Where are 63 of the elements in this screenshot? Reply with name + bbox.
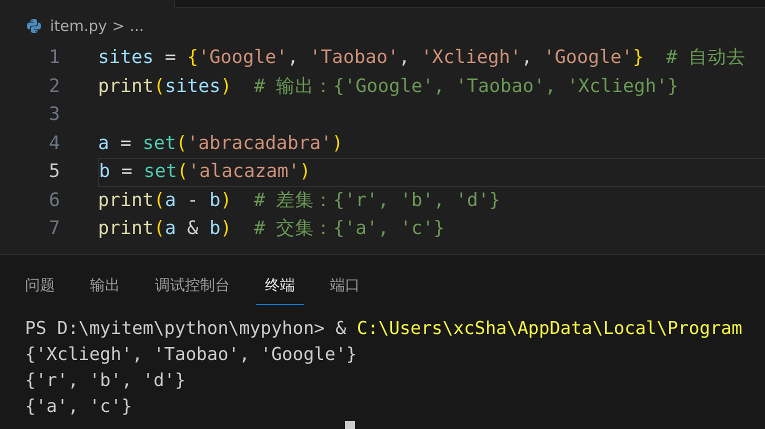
code-variable: b xyxy=(99,161,110,182)
code-operator: - xyxy=(186,190,200,210)
code-string: 'Taobao' xyxy=(310,47,399,68)
code-string: 'abracadabra' xyxy=(187,132,332,154)
code-builtin: set xyxy=(144,161,177,182)
breadcrumb-file[interactable]: item.py xyxy=(50,17,108,35)
code-operator: , xyxy=(287,47,300,68)
code-operator: , xyxy=(521,47,534,68)
panel-tab[interactable]: 终端 xyxy=(256,276,304,304)
code-variable: b xyxy=(209,218,221,239)
code-string: 'Google' xyxy=(544,47,633,68)
line-number: 4 xyxy=(48,132,61,156)
line-number: 2 xyxy=(48,74,61,98)
code-string: 'Xcliegh' xyxy=(421,47,522,68)
code-bracket: { xyxy=(187,47,198,68)
code-string: 'alacazam' xyxy=(188,161,300,182)
code-variable: sites xyxy=(98,47,154,68)
line-number: 7 xyxy=(48,217,61,241)
breadcrumb-separator: > xyxy=(112,17,125,35)
code-bracket: ) xyxy=(220,76,232,96)
code-string: 'Google' xyxy=(198,47,288,68)
code-function: print xyxy=(98,190,154,210)
code-operator: = xyxy=(119,132,132,154)
code-builtin: set xyxy=(142,132,176,154)
code-bracket: ) xyxy=(220,218,232,239)
terminal-command: C:\Users\xcSha\AppData\Local\Program xyxy=(356,316,742,340)
code-operator: & xyxy=(186,218,200,239)
code-bracket: ) xyxy=(332,132,344,154)
code-function: print xyxy=(98,76,154,96)
code-bracket: } xyxy=(632,47,644,68)
code-comment: # 交集：{'a', 'c'} xyxy=(252,218,445,239)
code-function: print xyxy=(98,218,154,239)
panel-tab[interactable]: 端口 xyxy=(321,276,369,304)
code-comment: # 自动去 xyxy=(665,47,746,68)
code-bracket: ( xyxy=(176,161,188,182)
code-operator: = xyxy=(164,47,177,68)
code-bracket: ( xyxy=(154,190,165,210)
code-variable: b xyxy=(209,190,221,210)
line-number: 6 xyxy=(48,188,61,212)
line-number: 1 xyxy=(48,46,61,70)
terminal-output: {'a', 'c'} xyxy=(25,394,132,418)
line-number: 5 xyxy=(48,160,61,184)
panel-tab[interactable]: 问题 xyxy=(16,276,64,304)
line-number: 3 xyxy=(48,103,61,127)
code-variable: sites xyxy=(164,76,221,96)
code-variable: a xyxy=(164,190,176,210)
panel-tab[interactable]: 调试控制台 xyxy=(146,276,239,304)
code-bracket: ( xyxy=(154,76,165,96)
code-bracket: ) xyxy=(220,190,232,210)
panel-tab[interactable]: 输出 xyxy=(81,276,129,304)
code-comment: # 输出：{'Google', 'Taobao', 'Xcliegh'} xyxy=(252,76,679,96)
code-operator: , xyxy=(398,47,411,68)
code-operator: = xyxy=(120,161,134,182)
code-bracket: ) xyxy=(300,161,311,182)
code-comment: # 差集：{'r', 'b', 'd'} xyxy=(252,190,500,210)
terminal-prompt: PS D:\myitem\python\mypyhon> & xyxy=(25,316,348,340)
code-bracket: ( xyxy=(176,132,188,154)
code-bracket: ( xyxy=(154,218,165,239)
breadcrumb-more[interactable]: ... xyxy=(130,17,144,35)
code-variable: a xyxy=(98,132,110,154)
code-variable: a xyxy=(164,218,176,239)
terminal-output: {'r', 'b', 'd'} xyxy=(25,368,186,392)
terminal-output: {'Xcliegh', 'Taobao', 'Google'} xyxy=(25,342,357,366)
